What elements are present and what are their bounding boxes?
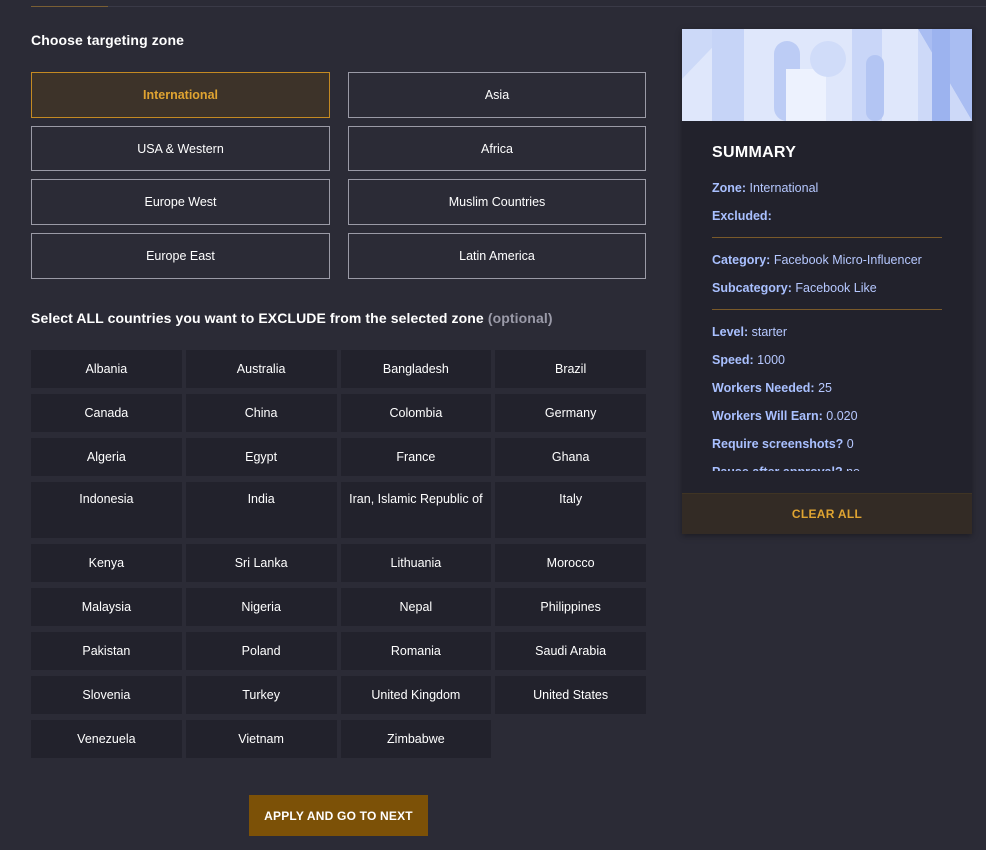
country-option[interactable]: Iran, Islamic Republic of <box>340 482 492 538</box>
summary-card: SUMMARY Zone: International Excluded: Ca… <box>682 29 972 534</box>
top-divider <box>31 6 986 7</box>
country-option[interactable]: Australia <box>185 350 337 388</box>
country-option[interactable]: Sri Lanka <box>185 544 337 582</box>
country-option[interactable]: Canada <box>31 394 182 432</box>
exclude-section-title: Select ALL countries you want to EXCLUDE… <box>31 310 553 326</box>
country-option[interactable]: Slovenia <box>31 676 182 714</box>
optional-label: (optional) <box>487 310 553 326</box>
summary-workers-earn-value: 0.020 <box>826 409 858 423</box>
zone-option-europe-east[interactable]: Europe East <box>31 233 330 279</box>
abstract-illustration-icon <box>682 29 972 121</box>
country-option[interactable]: Italy <box>495 482 646 538</box>
summary-level: Level: starter <box>712 318 942 346</box>
summary-screenshots-key: Require screenshots? <box>712 437 844 451</box>
country-option[interactable]: China <box>185 394 337 432</box>
country-option[interactable]: Colombia <box>340 394 492 432</box>
country-option[interactable]: France <box>340 438 492 476</box>
country-option[interactable]: Albania <box>31 350 182 388</box>
country-option[interactable]: Malaysia <box>31 588 182 626</box>
summary-excluded: Excluded: <box>712 202 942 230</box>
country-option[interactable]: Philippines <box>495 588 646 626</box>
summary-speed-key: Speed: <box>712 353 754 367</box>
summary-zone-value: International <box>749 181 819 195</box>
summary-pause-value: no <box>846 465 860 471</box>
zone-option-africa[interactable]: Africa <box>348 126 646 171</box>
zone-option-usa-western[interactable]: USA & Western <box>31 126 330 171</box>
summary-zone: Zone: International <box>712 174 942 202</box>
country-option[interactable]: Egypt <box>185 438 337 476</box>
summary-subcategory-value: Facebook Like <box>795 281 877 295</box>
summary-subcategory-key: Subcategory: <box>712 281 792 295</box>
summary-workers-needed-key: Workers Needed: <box>712 381 815 395</box>
summary-divider <box>712 237 942 238</box>
clear-all-button[interactable]: CLEAR ALL <box>682 493 972 534</box>
summary-subcategory: Subcategory: Facebook Like <box>712 274 942 302</box>
summary-workers-earn-key: Workers Will Earn: <box>712 409 823 423</box>
country-option[interactable]: Zimbabwe <box>340 720 492 758</box>
country-option[interactable]: Germany <box>495 394 646 432</box>
summary-level-value: starter <box>751 325 788 339</box>
country-option[interactable]: Ghana <box>495 438 646 476</box>
summary-screenshots: Require screenshots? 0 <box>712 430 942 458</box>
zone-option-international[interactable]: International <box>31 72 330 118</box>
top-divider-accent <box>31 6 108 7</box>
country-option[interactable]: Morocco <box>495 544 646 582</box>
summary-pause: Pause after approval? no <box>712 458 942 471</box>
country-option[interactable]: Romania <box>340 632 492 670</box>
country-option[interactable]: United States <box>495 676 646 714</box>
zone-option-latin-america[interactable]: Latin America <box>348 233 646 279</box>
empty-grid-cell <box>495 720 646 758</box>
summary-workers-needed-value: 25 <box>818 381 832 395</box>
summary-workers-earn: Workers Will Earn: 0.020 <box>712 402 942 430</box>
country-option[interactable]: Indonesia <box>31 482 182 538</box>
zone-option-europe-west[interactable]: Europe West <box>31 179 330 225</box>
summary-category-value: Facebook Micro-Influencer <box>773 253 922 267</box>
country-option[interactable]: Bangladesh <box>340 350 492 388</box>
summary-speed-value: 1000 <box>757 353 785 367</box>
summary-category-key: Category: <box>712 253 771 267</box>
country-option[interactable]: United Kingdom <box>340 676 492 714</box>
country-option[interactable]: Poland <box>185 632 337 670</box>
summary-workers-needed: Workers Needed: 25 <box>712 374 942 402</box>
summary-zone-key: Zone: <box>712 181 747 195</box>
apply-next-button[interactable]: APPLY AND GO TO NEXT <box>249 795 428 836</box>
country-option[interactable]: Nigeria <box>185 588 337 626</box>
country-option[interactable]: Algeria <box>31 438 182 476</box>
summary-screenshots-value: 0 <box>846 437 854 451</box>
zone-section-title: Choose targeting zone <box>31 32 184 48</box>
country-option[interactable]: India <box>185 482 337 538</box>
country-option[interactable]: Turkey <box>185 676 337 714</box>
summary-title: SUMMARY <box>712 144 797 161</box>
summary-category: Category: Facebook Micro-Influencer <box>712 246 942 274</box>
zone-option-asia[interactable]: Asia <box>348 72 646 118</box>
country-option[interactable]: Brazil <box>495 350 646 388</box>
country-option[interactable]: Kenya <box>31 544 182 582</box>
summary-speed: Speed: 1000 <box>712 346 942 374</box>
summary-level-key: Level: <box>712 325 749 339</box>
country-option[interactable]: Lithuania <box>340 544 492 582</box>
summary-pause-key: Pause after approval? <box>712 465 843 471</box>
country-option[interactable]: Pakistan <box>31 632 182 670</box>
zone-grid: International Asia USA & Western Africa … <box>31 72 646 279</box>
zone-option-muslim-countries[interactable]: Muslim Countries <box>348 179 646 225</box>
country-option[interactable]: Nepal <box>340 588 492 626</box>
country-option[interactable]: Vietnam <box>185 720 337 758</box>
summary-body: SUMMARY Zone: International Excluded: Ca… <box>712 121 942 471</box>
country-option[interactable]: Venezuela <box>31 720 182 758</box>
summary-excluded-key: Excluded: <box>712 209 772 223</box>
exclude-title-text: Select ALL countries you want to EXCLUDE… <box>31 310 484 326</box>
country-grid: Albania Australia Bangladesh Brazil Cana… <box>31 350 646 758</box>
summary-divider <box>712 309 942 310</box>
summary-banner-illustration <box>682 29 972 121</box>
country-option[interactable]: Saudi Arabia <box>495 632 646 670</box>
